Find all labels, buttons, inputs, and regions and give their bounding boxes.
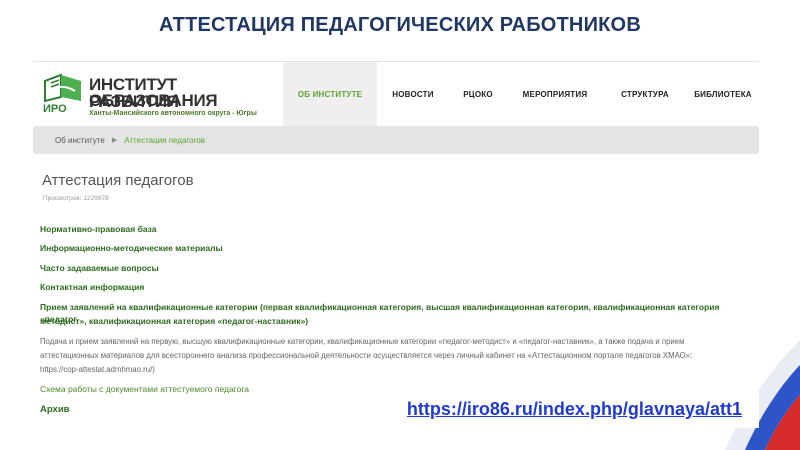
site-header: ИРО ИНСТИТУТ РАЗВИТИЯ ОБРАЗОВАНИЯ Ханты-… — [33, 62, 759, 126]
nav-item-library[interactable]: БИБЛИОТЕКА — [687, 62, 759, 126]
website-screenshot: ИРО ИНСТИТУТ РАЗВИТИЯ ОБРАЗОВАНИЯ Ханты-… — [33, 61, 759, 428]
link-archive[interactable]: Архив — [40, 404, 70, 416]
link-contacts[interactable]: Контактная информация — [40, 281, 144, 293]
breadcrumb-separator-icon: ▶ — [111, 137, 118, 144]
nav-item-structure[interactable]: СТРУКТУРА — [603, 62, 687, 126]
link-faq[interactable]: Часто задаваемые вопросы — [40, 262, 159, 274]
nav-item-about[interactable]: ОБ ИНСТИТУТЕ — [283, 62, 377, 126]
breadcrumb-current: Аттестация педагогов — [124, 135, 206, 145]
logo-abbreviation: ИРО — [43, 103, 67, 115]
view-counter: Просмотров: 1229978 — [43, 195, 109, 202]
info-paragraph-line1: Подача и прием заявлений на первую, высш… — [40, 337, 685, 346]
nav-item-rcoko[interactable]: РЦОКО — [449, 62, 507, 126]
link-methodical-materials[interactable]: Информационно-методические материалы — [40, 242, 223, 254]
page-url-link[interactable]: https://iro86.ru/index.php/glavnaya/att1 — [406, 399, 742, 420]
slide-title: АТТЕСТАЦИЯ ПЕДАГОГИЧЕСКИХ РАБОТНИКОВ — [159, 14, 641, 36]
info-paragraph-line2: аттестационных материалов для всесторонн… — [40, 351, 693, 360]
main-nav: ОБ ИНСТИТУТЕ НОВОСТИ РЦОКО МЕРОПРИЯТИЯ С… — [283, 62, 759, 126]
link-document-scheme[interactable]: Схема работы с документами аттестуемого … — [40, 383, 249, 395]
nav-item-news[interactable]: НОВОСТИ — [377, 62, 449, 126]
breadcrumb: Об институте ▶ Аттестация педагогов — [33, 126, 759, 154]
info-paragraph-portal-link[interactable]: https://cop-attestat.admhmao.ru/) — [40, 363, 748, 376]
breadcrumb-link-about[interactable]: Об институте — [55, 136, 105, 145]
page-title: Аттестация педагогов — [42, 172, 194, 189]
logo-subtitle: Ханты-Мансийского автономного округа - Ю… — [89, 110, 257, 117]
site-logo[interactable]: ИРО ИНСТИТУТ РАЗВИТИЯ ОБРАЗОВАНИЯ Ханты-… — [41, 71, 266, 119]
link-normative-base[interactable]: Нормативно-правовая база — [40, 223, 157, 235]
nav-item-events[interactable]: МЕРОПРИЯТИЯ — [507, 62, 603, 126]
link-applications-line2[interactable]: методист», квалификационная категория «п… — [40, 315, 308, 327]
logo-title-line2: ОБРАЗОВАНИЯ — [89, 91, 218, 110]
